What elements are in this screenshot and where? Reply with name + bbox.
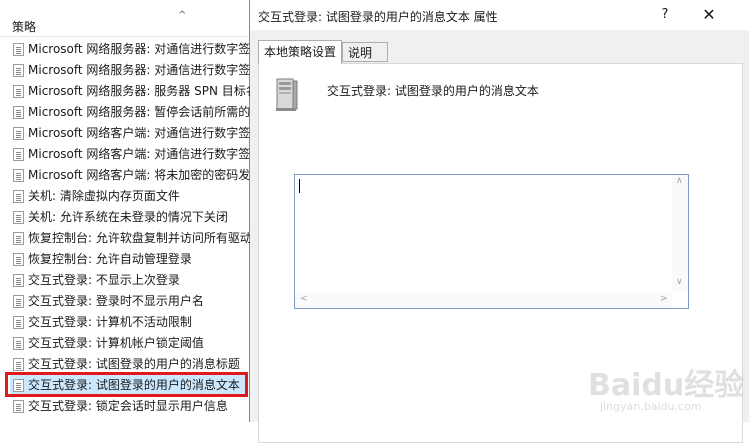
policy-list-item[interactable]: Microsoft 网络客户端: 对通信进行数字签名	[0, 123, 250, 144]
policy-document-icon	[13, 337, 24, 350]
policy-document-icon	[13, 148, 24, 161]
policy-item-label: Microsoft 网络服务器: 服务器 SPN 目标名称	[28, 84, 250, 98]
policy-list-item[interactable]: 交互式登录: 不显示上次登录	[0, 270, 250, 291]
column-header-policy[interactable]: 策略 ^	[0, 10, 250, 37]
close-button[interactable]: ✕	[694, 0, 724, 30]
help-button[interactable]: ?	[650, 0, 680, 30]
column-header-label: 策略	[12, 20, 37, 34]
policy-item-label: Microsoft 网络客户端: 对通信进行数字签名	[28, 126, 250, 140]
policy-list-item[interactable]: Microsoft 网络客户端: 对通信进行数字签名	[0, 144, 250, 165]
watermark-text: Baidu经验	[588, 368, 745, 403]
policy-item-label: 交互式登录: 不显示上次登录	[28, 273, 180, 287]
scroll-down-icon[interactable]: ∨	[676, 277, 683, 287]
policy-item-label: 交互式登录: 锁定会话时显示用户信息	[28, 399, 228, 413]
policy-item-label: Microsoft 网络客户端: 将未加密的密码发送	[28, 168, 250, 182]
horizontal-scrollbar[interactable]: < >	[295, 292, 672, 308]
policy-item-label: 关机: 清除虚拟内存页面文件	[28, 189, 180, 203]
policy-document-icon	[13, 190, 24, 203]
policy-item-label: 恢复控制台: 允许软盘复制并访问所有驱动器	[28, 231, 250, 245]
policy-document-icon	[13, 232, 24, 245]
policy-document-icon	[13, 316, 24, 329]
properties-dialog: 交互式登录: 试图登录的用户的消息文本 属性 ? ✕ 本地策略设置 说明 交互式…	[249, 0, 749, 443]
policy-document-icon	[13, 43, 24, 56]
policy-list-item[interactable]: Microsoft 网络客户端: 将未加密的密码发送	[0, 165, 250, 186]
policy-list-item[interactable]: 交互式登录: 锁定会话时显示用户信息	[0, 396, 250, 417]
policy-list-item[interactable]: 恢复控制台: 允许软盘复制并访问所有驱动器	[0, 228, 250, 249]
policy-item-label: 交互式登录: 计算机不活动限制	[28, 315, 192, 329]
dialog-titlebar[interactable]: 交互式登录: 试图登录的用户的消息文本 属性 ? ✕	[250, 0, 749, 30]
tab-explain[interactable]: 说明	[342, 42, 388, 62]
message-text-field[interactable]: ∧ ∨ < >	[294, 174, 689, 309]
text-caret	[299, 179, 300, 193]
policy-list-item[interactable]: 交互式登录: 计算机帐户锁定阈值	[0, 333, 250, 354]
policy-heading: 交互式登录: 试图登录的用户的消息文本	[327, 84, 539, 98]
policy-item-label: 交互式登录: 计算机帐户锁定阈值	[28, 336, 204, 350]
policy-list-item[interactable]: 交互式登录: 登录时不显示用户名	[0, 291, 250, 312]
scroll-left-icon[interactable]: <	[300, 294, 308, 304]
sort-ascending-icon: ^	[178, 10, 187, 21]
policy-document-icon	[13, 274, 24, 287]
dialog-title: 交互式登录: 试图登录的用户的消息文本 属性	[258, 10, 498, 24]
policy-document-icon	[13, 85, 24, 98]
policy-list-item[interactable]: Microsoft 网络服务器: 对通信进行数字签名	[0, 39, 250, 60]
scroll-right-icon[interactable]: >	[660, 294, 668, 304]
policy-item-label: 关机: 允许系统在未登录的情况下关闭	[28, 210, 228, 224]
policy-list-item[interactable]: Microsoft 网络服务器: 对通信进行数字签名	[0, 60, 250, 81]
server-icon	[276, 78, 298, 111]
policy-list-item[interactable]: 交互式登录: 计算机不活动限制	[0, 312, 250, 333]
policy-item-label: Microsoft 网络服务器: 对通信进行数字签名	[28, 63, 250, 77]
watermark-subtext: jingyan.baidu.com	[600, 400, 702, 413]
policy-list-item[interactable]: Microsoft 网络服务器: 暂停会话前所需的空闲	[0, 102, 250, 123]
baidu-watermark-logo: Baidu经验 jingyan.baidu.com	[582, 360, 745, 420]
policy-document-icon	[13, 358, 24, 371]
policy-document-icon	[13, 400, 24, 413]
scroll-up-icon[interactable]: ∧	[676, 176, 683, 186]
policy-document-icon	[13, 64, 24, 77]
policy-list-pane: 策略 ^ Microsoft 网络服务器: 对通信进行数字签名 Microsoft…	[0, 0, 250, 422]
policy-document-icon	[13, 106, 24, 119]
policy-item-label: 恢复控制台: 允许自动管理登录	[28, 252, 192, 266]
policy-item-label: Microsoft 网络服务器: 暂停会话前所需的空闲	[28, 105, 250, 119]
policy-item-label: Microsoft 网络客户端: 对通信进行数字签名	[28, 147, 250, 161]
policy-document-icon	[13, 211, 24, 224]
policy-item-label: Microsoft 网络服务器: 对通信进行数字签名	[28, 42, 250, 56]
tab-local-policy-setting[interactable]: 本地策略设置	[258, 40, 342, 64]
policy-document-icon	[13, 253, 24, 266]
policy-list-item[interactable]: 恢复控制台: 允许自动管理登录	[0, 249, 250, 270]
policy-document-icon	[13, 127, 24, 140]
policy-item-label: 交互式登录: 登录时不显示用户名	[28, 294, 204, 308]
policy-list-item[interactable]: 关机: 清除虚拟内存页面文件	[0, 186, 250, 207]
vertical-scrollbar[interactable]: ∧ ∨	[672, 175, 688, 292]
policy-list-item[interactable]: Microsoft 网络服务器: 服务器 SPN 目标名称	[0, 81, 250, 102]
policy-document-icon	[13, 169, 24, 182]
policy-list: Microsoft 网络服务器: 对通信进行数字签名 Microsoft 网络服务…	[0, 39, 250, 417]
policy-item-label: 交互式登录: 试图登录的用户的消息标题	[28, 357, 240, 371]
selection-highlight-box	[5, 372, 248, 397]
policy-document-icon	[13, 295, 24, 308]
policy-list-item[interactable]: 关机: 允许系统在未登录的情况下关闭	[0, 207, 250, 228]
